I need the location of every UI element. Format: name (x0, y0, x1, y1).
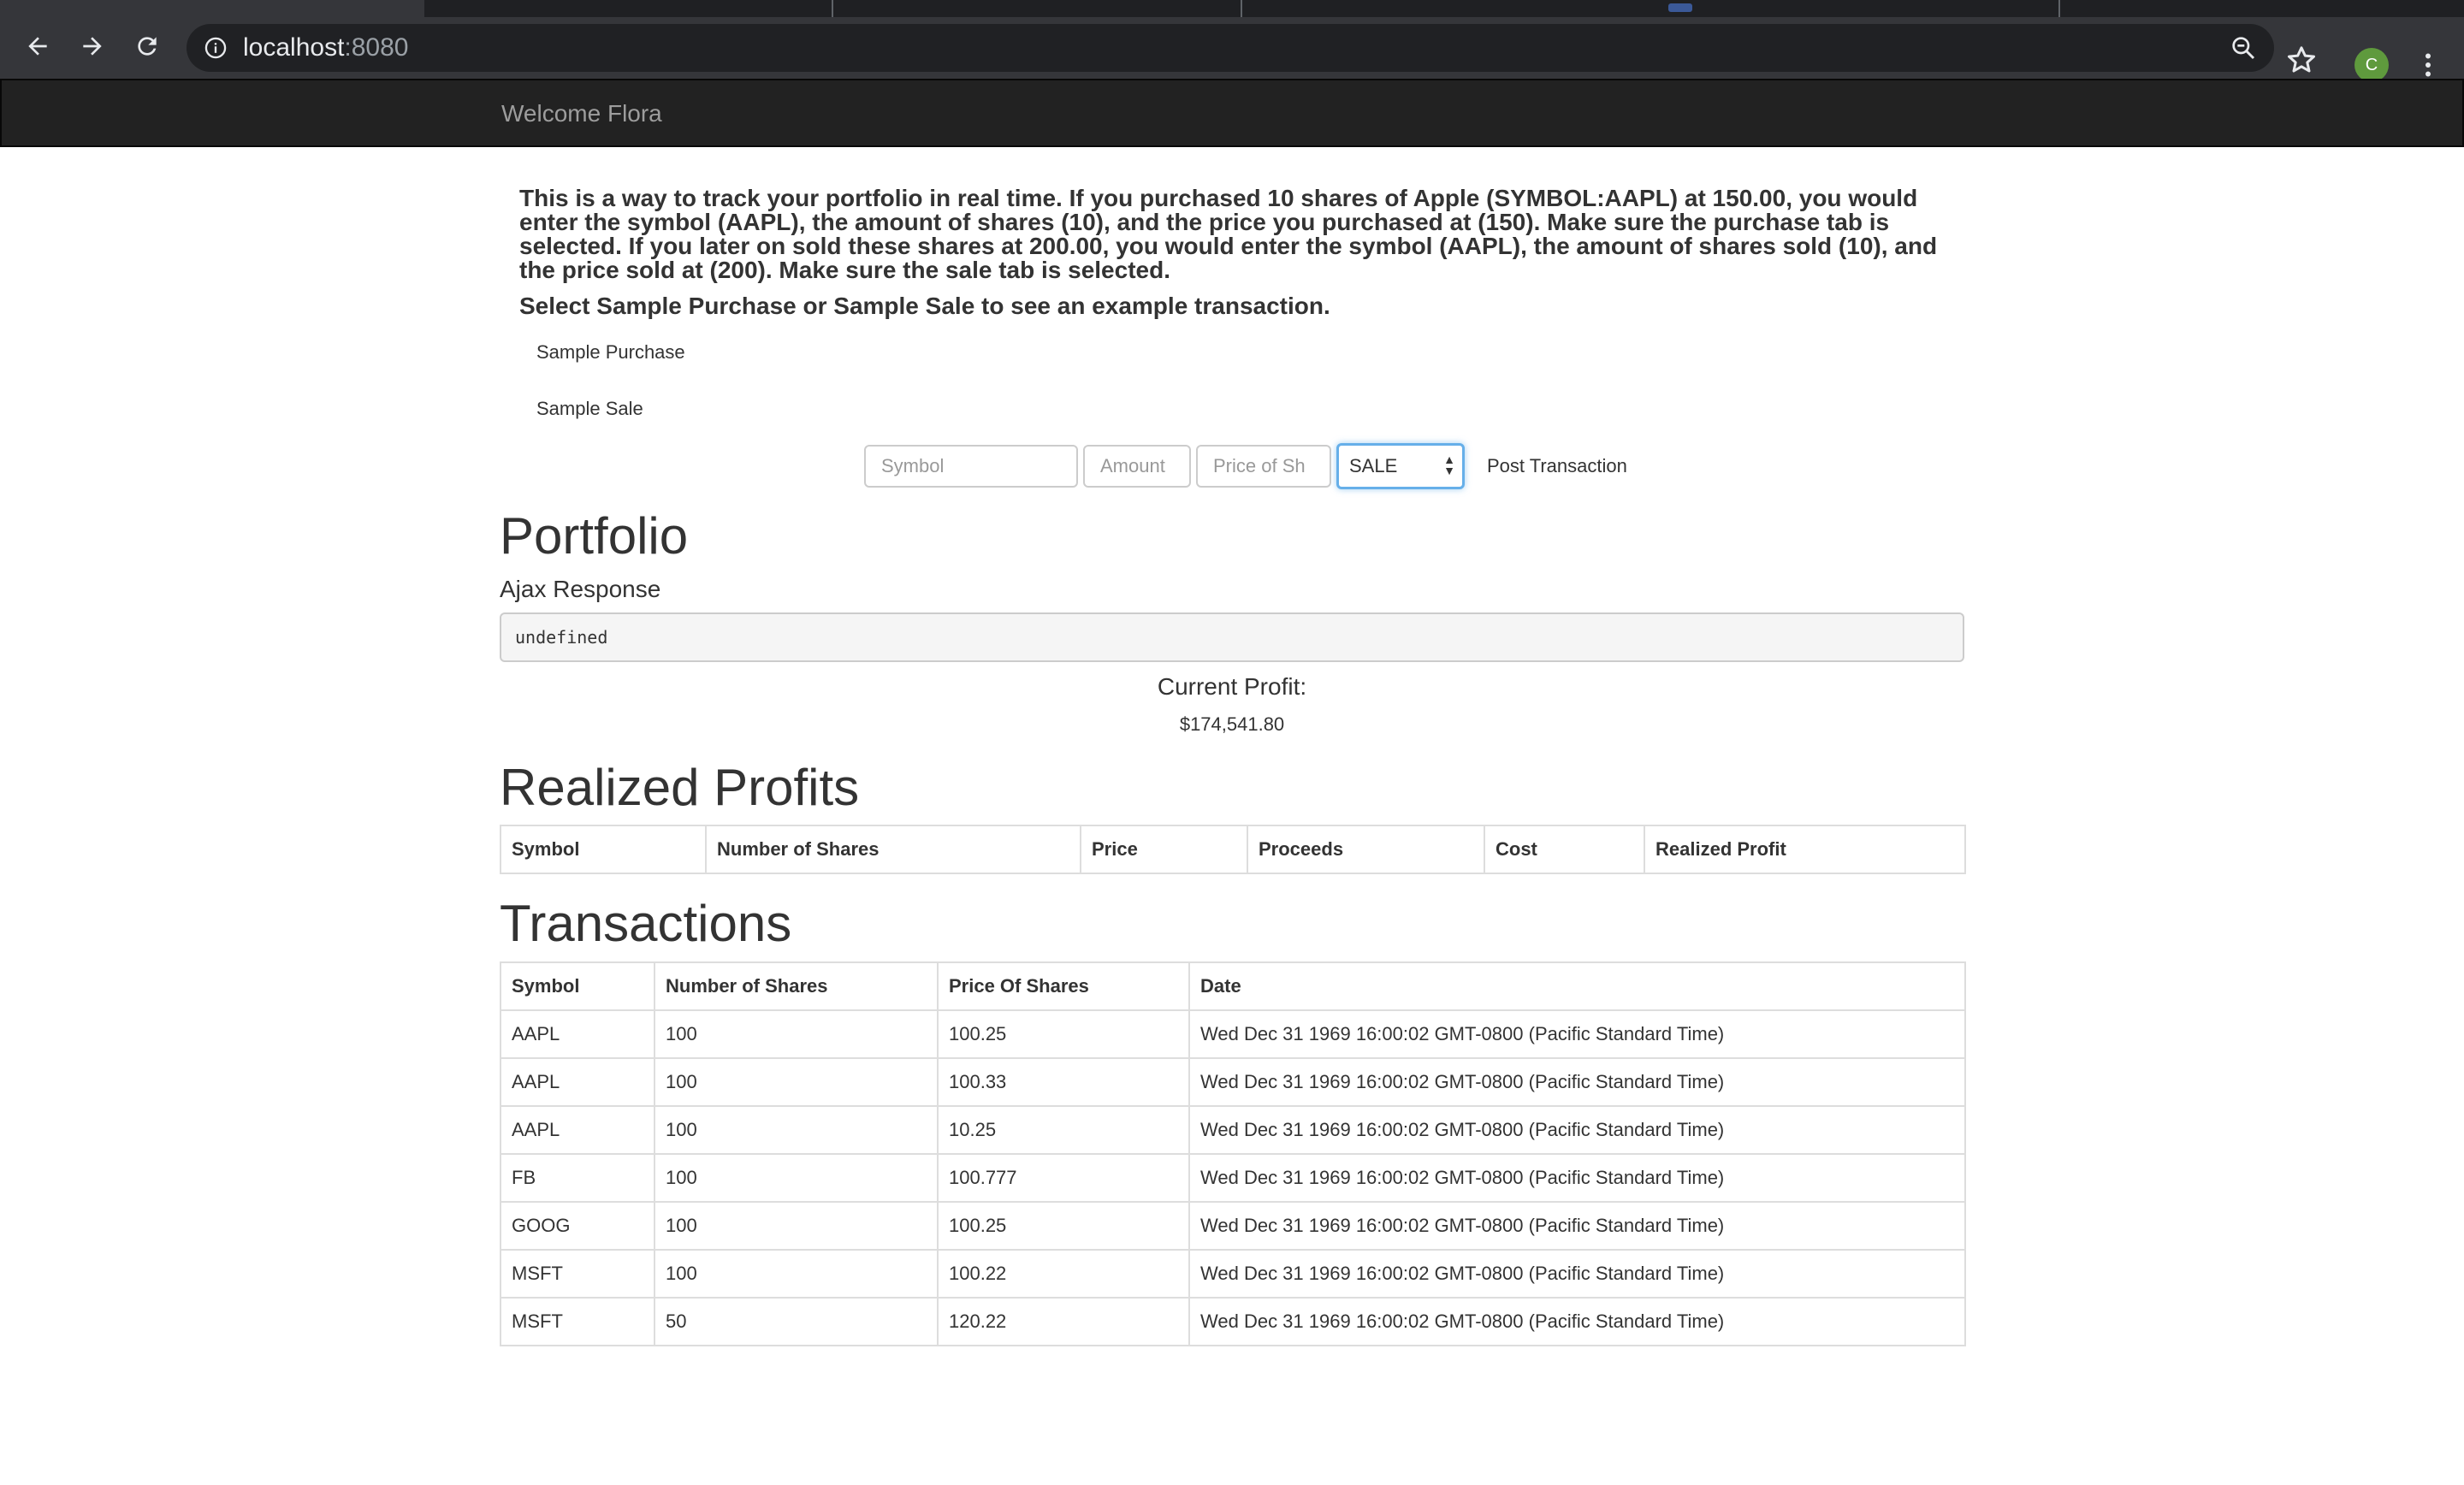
profile-avatar[interactable]: C (2354, 48, 2389, 82)
cell-symbol: GOOG (500, 1201, 655, 1251)
current-profit-label: Current Profit: (1157, 673, 1307, 700)
column-header: Symbol (500, 961, 655, 1011)
intro-instruction: Select Sample Purchase or Sample Sale to… (519, 293, 1330, 319)
table-row: MSFT 50 120.22 Wed Dec 31 1969 16:00:02 … (500, 1297, 1966, 1346)
column-header: Date (1188, 961, 1966, 1011)
cell-price: 100.33 (937, 1057, 1190, 1107)
column-header: Price Of Shares (937, 961, 1190, 1011)
transactions-table: Symbol Number of Shares Price Of Shares … (500, 961, 1966, 1346)
table-row: GOOG 100 100.25 Wed Dec 31 1969 16:00:02… (500, 1201, 1966, 1251)
column-header: Number of Shares (705, 825, 1081, 874)
table-row: MSFT 100 100.22 Wed Dec 31 1969 16:00:02… (500, 1249, 1966, 1299)
more-menu-icon[interactable] (2413, 48, 2443, 82)
cell-date: Wed Dec 31 1969 16:00:02 GMT-0800 (Pacif… (1188, 1009, 1966, 1059)
cell-symbol: FB (500, 1153, 655, 1203)
cell-symbol: MSFT (500, 1297, 655, 1346)
intro-paragraph: This is a way to track your portfolio in… (519, 185, 1938, 283)
amount-input[interactable]: Amount (1083, 445, 1191, 488)
sample-purchase-button[interactable]: Sample Purchase (524, 335, 698, 370)
cell-date: Wed Dec 31 1969 16:00:02 GMT-0800 (Pacif… (1188, 1201, 1966, 1251)
bookmark-star-icon[interactable] (2284, 43, 2319, 77)
cell-date: Wed Dec 31 1969 16:00:02 GMT-0800 (Pacif… (1188, 1105, 1966, 1155)
ajax-response-heading: Ajax Response (500, 576, 661, 602)
cell-date: Wed Dec 31 1969 16:00:02 GMT-0800 (Pacif… (1188, 1057, 1966, 1107)
table-row: AAPL 100 100.33 Wed Dec 31 1969 16:00:02… (500, 1057, 1966, 1107)
tab-separator (2058, 0, 2060, 17)
navbar: Welcome Flora (0, 79, 2464, 147)
transaction-type-select[interactable]: SALE ▲ ▼ (1336, 443, 1465, 489)
cell-date: Wed Dec 31 1969 16:00:02 GMT-0800 (Pacif… (1188, 1249, 1966, 1299)
cell-date: Wed Dec 31 1969 16:00:02 GMT-0800 (Pacif… (1188, 1153, 1966, 1203)
realized-profits-table: Symbol Number of Shares Price Proceeds C… (500, 825, 1966, 874)
url-text[interactable]: localhost:8080 (243, 34, 408, 62)
tab-separator (1241, 0, 1242, 17)
column-header: Realized Profit (1644, 825, 1966, 874)
tab-separator (832, 0, 833, 17)
table-row: AAPL 100 10.25 Wed Dec 31 1969 16:00:02 … (500, 1105, 1966, 1155)
cell-shares: 100 (654, 1153, 939, 1203)
cell-symbol: AAPL (500, 1105, 655, 1155)
forward-button[interactable] (74, 27, 111, 65)
cell-shares: 100 (654, 1057, 939, 1107)
cell-shares: 100 (654, 1201, 939, 1251)
arrow-right-icon (83, 37, 102, 56)
cell-symbol: AAPL (500, 1057, 655, 1107)
sample-sale-button[interactable]: Sample Sale (524, 392, 656, 426)
browser-tab-strip (0, 0, 2464, 17)
column-header: Symbol (500, 825, 707, 874)
browser-tab-active[interactable] (0, 0, 424, 17)
arrow-left-icon (28, 37, 47, 56)
cell-price: 10.25 (937, 1105, 1190, 1155)
reload-icon (138, 37, 157, 56)
navbar-brand[interactable]: Welcome Flora (501, 99, 662, 128)
address-bar[interactable]: localhost:8080 (187, 24, 2274, 72)
zoom-out-icon[interactable] (2230, 34, 2257, 62)
cell-price: 100.22 (937, 1249, 1190, 1299)
cell-price: 120.22 (937, 1297, 1190, 1346)
url-port: :8080 (344, 33, 409, 62)
cell-shares: 100 (654, 1105, 939, 1155)
transaction-type-value: SALE (1349, 455, 1398, 476)
tab-favicon-icon[interactable] (1668, 3, 1692, 12)
cell-symbol: AAPL (500, 1009, 655, 1059)
select-arrows-icon: ▲ ▼ (1443, 453, 1455, 477)
cell-shares: 100 (654, 1249, 939, 1299)
column-header: Proceeds (1247, 825, 1485, 874)
ajax-response-output: undefined (500, 612, 1964, 662)
cell-price: 100.25 (937, 1201, 1190, 1251)
cell-price: 100.25 (937, 1009, 1190, 1059)
price-input[interactable]: Price of Sh (1196, 445, 1331, 488)
url-host: localhost (243, 33, 345, 62)
browser-toolbar: localhost:8080 C (0, 17, 2464, 82)
portfolio-heading: Portfolio (500, 507, 689, 565)
column-header: Cost (1484, 825, 1645, 874)
cell-shares: 50 (654, 1297, 939, 1346)
cell-date: Wed Dec 31 1969 16:00:02 GMT-0800 (Pacif… (1188, 1297, 1966, 1346)
column-header: Number of Shares (654, 961, 939, 1011)
reload-button[interactable] (128, 27, 166, 65)
symbol-input[interactable]: Symbol (864, 445, 1078, 488)
realized-profits-heading: Realized Profits (500, 759, 860, 816)
cell-shares: 100 (654, 1009, 939, 1059)
cell-symbol: MSFT (500, 1249, 655, 1299)
table-row: FB 100 100.777 Wed Dec 31 1969 16:00:02 … (500, 1153, 1966, 1203)
back-button[interactable] (19, 27, 56, 65)
transactions-heading: Transactions (500, 895, 792, 952)
realized-header-row: Symbol Number of Shares Price Proceeds C… (500, 825, 1966, 874)
info-icon[interactable] (204, 36, 228, 60)
column-header: Price (1080, 825, 1248, 874)
transactions-header-row: Symbol Number of Shares Price Of Shares … (500, 961, 1966, 1011)
cell-price: 100.777 (937, 1153, 1190, 1203)
table-row: AAPL 100 100.25 Wed Dec 31 1969 16:00:02… (500, 1009, 1966, 1059)
post-transaction-button[interactable]: Post Transaction (1475, 449, 1639, 483)
current-profit-value: $174,541.80 (1179, 713, 1285, 735)
